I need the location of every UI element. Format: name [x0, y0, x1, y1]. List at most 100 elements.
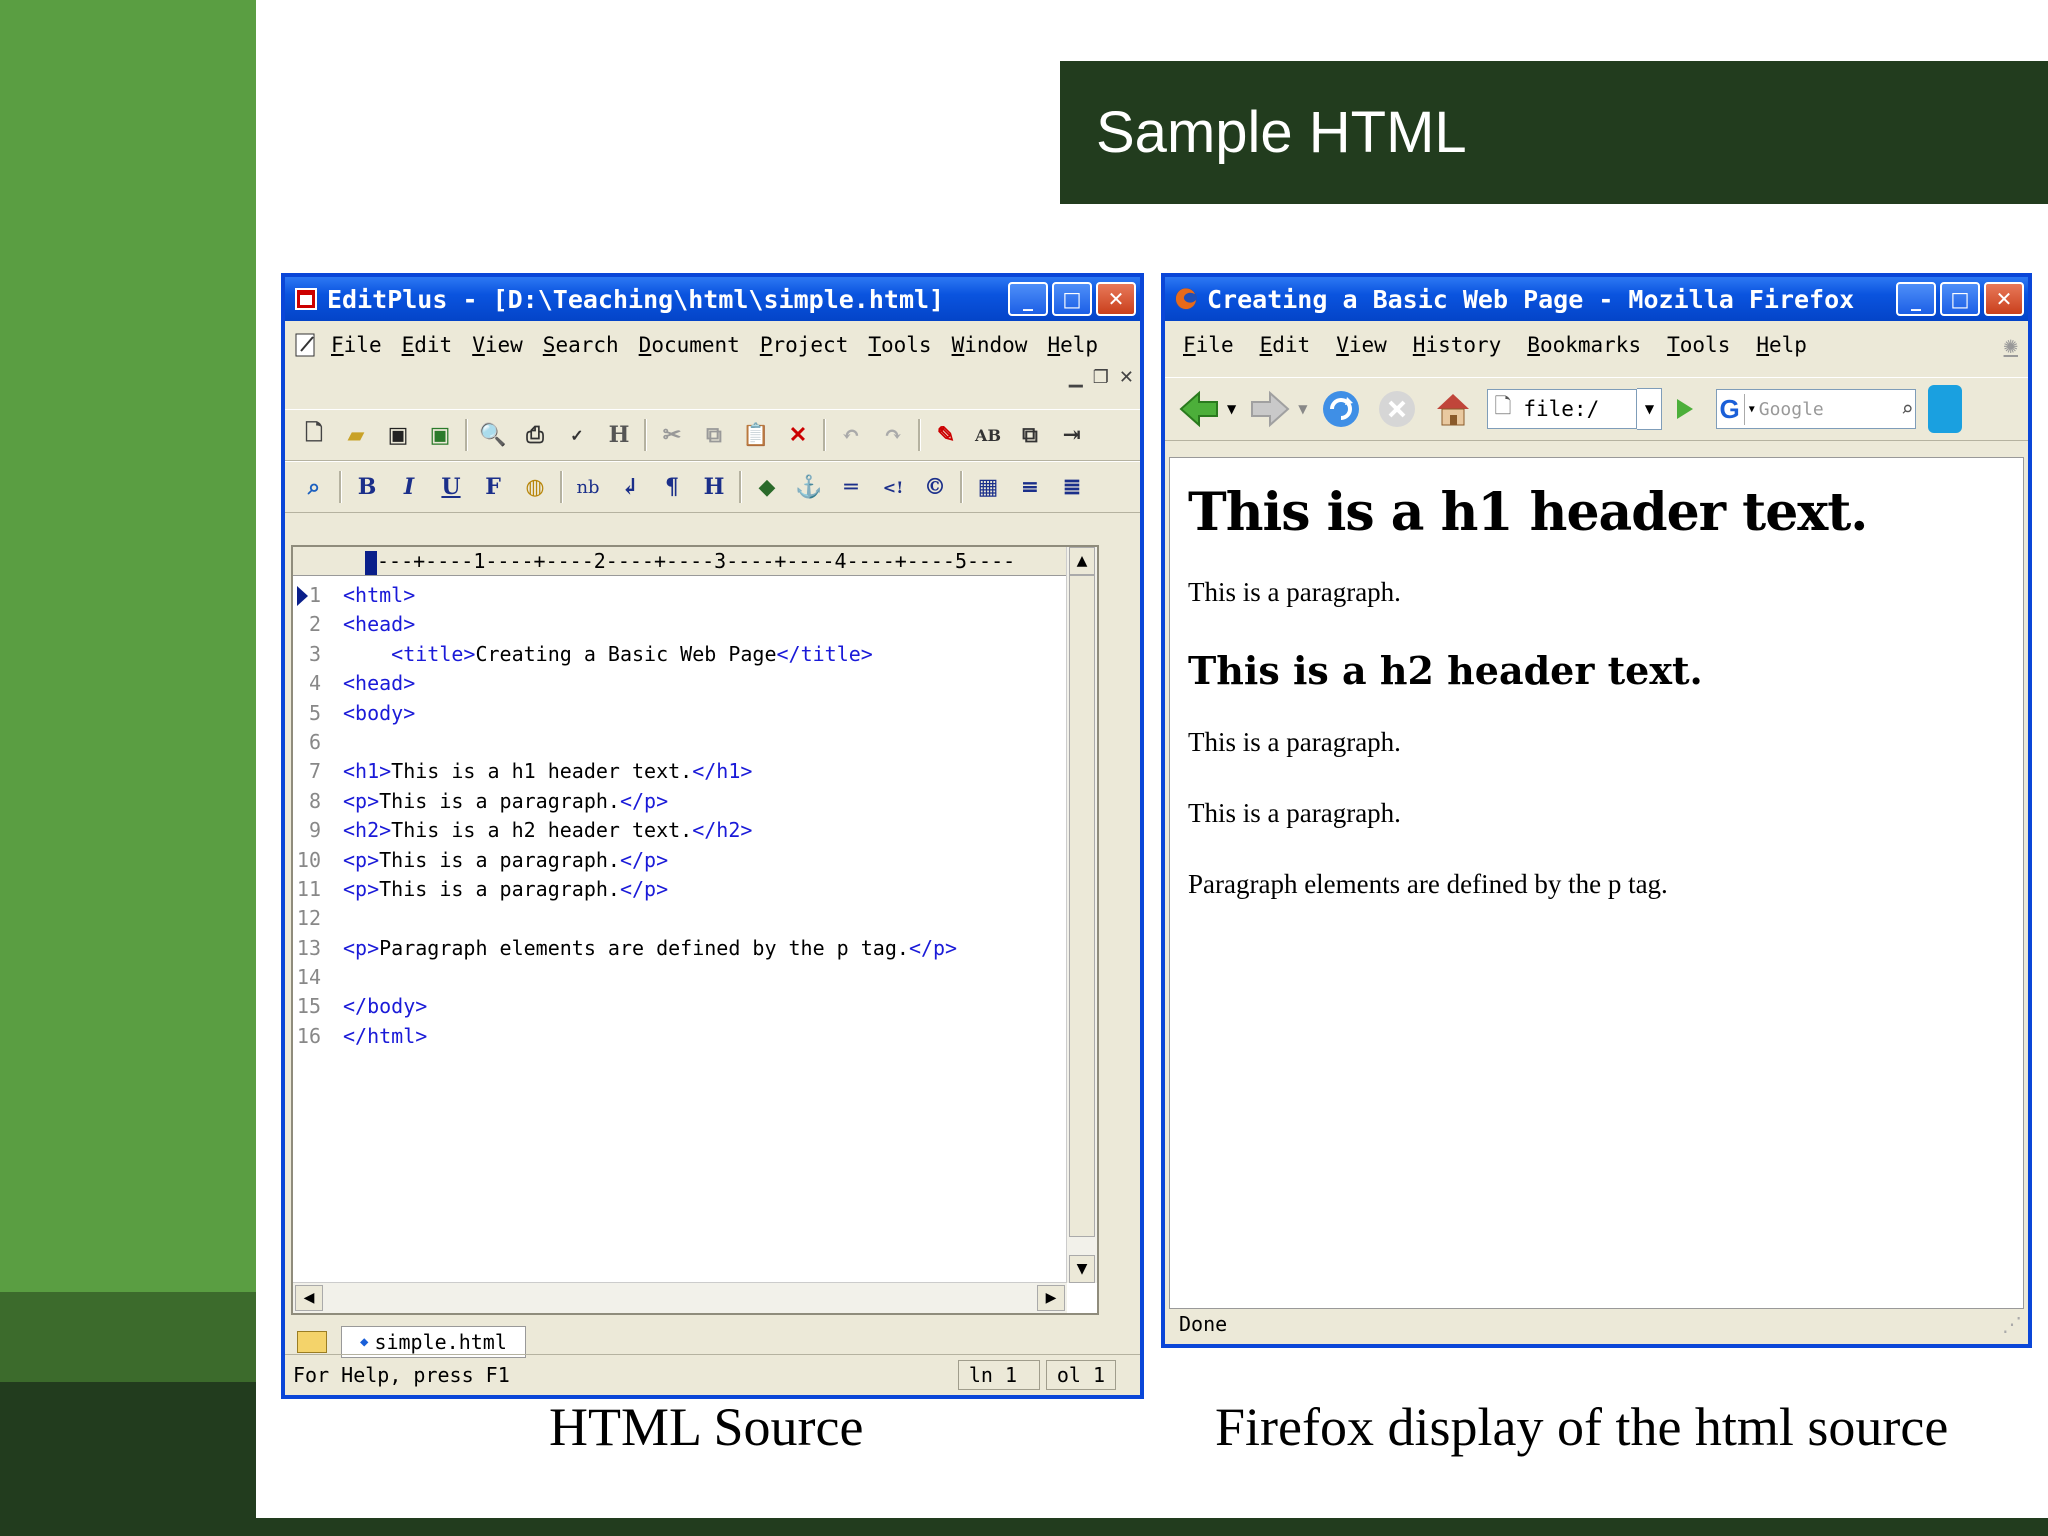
underline-icon[interactable]: U [436, 472, 466, 502]
horizontal-rule-icon[interactable]: ═ [836, 472, 866, 502]
code-line[interactable]: 7 <h1>This is a h1 header text.</h1> [293, 757, 1067, 786]
page-content[interactable]: This is a h1 header text. This is a para… [1169, 457, 2024, 1309]
stop-button[interactable] [1373, 385, 1421, 433]
scroll-up-arrow[interactable]: ▲ [1069, 547, 1095, 575]
reload-button[interactable] [1317, 385, 1365, 433]
menu-bookmarks[interactable]: Bookmarks [1527, 333, 1641, 357]
align-center-icon[interactable]: ≡ [1015, 472, 1045, 502]
minimize-button[interactable]: _ [1896, 282, 1936, 316]
nbsp-icon[interactable]: nb [573, 472, 603, 502]
cut-icon[interactable]: ✂ [657, 420, 687, 450]
menu-help[interactable]: Help [1047, 333, 1098, 357]
go-button[interactable] [1666, 385, 1702, 433]
editplus-titlebar[interactable]: EditPlus - [D:\Teaching\html\simple.html… [285, 277, 1140, 321]
url-dropdown-button[interactable]: ▼ [1637, 388, 1663, 430]
code-line[interactable]: 9 <h2>This is a h2 header text.</h2> [293, 816, 1067, 845]
url-bar[interactable]: 🗋 file:/ [1487, 389, 1638, 429]
code-line[interactable]: 5 <body> [293, 699, 1067, 728]
menu-file[interactable]: File [1183, 333, 1234, 357]
scroll-down-arrow[interactable]: ▼ [1069, 1255, 1095, 1283]
comment-icon[interactable]: <! [878, 472, 908, 502]
print-preview-icon[interactable]: 🔍 [478, 420, 508, 450]
menu-view[interactable]: View [472, 333, 523, 357]
resize-grip-icon[interactable]: ⋰ [2002, 1312, 2022, 1336]
paste-icon[interactable]: 📋 [741, 420, 771, 450]
special-char-icon[interactable]: © [920, 472, 950, 502]
menu-tools[interactable]: Tools [868, 333, 931, 357]
replace-icon[interactable]: AB [973, 420, 1003, 450]
code-line[interactable]: 15 </body> [293, 992, 1067, 1021]
code-line[interactable]: 2 <head> [293, 610, 1067, 639]
code-line[interactable]: 16 </html> [293, 1022, 1067, 1051]
font-icon[interactable]: F [478, 472, 508, 502]
anchor-icon[interactable]: ⚓ [794, 472, 824, 502]
code-line[interactable]: 11 <p>This is a paragraph.</p> [293, 875, 1067, 904]
code-lines[interactable]: 1 <html> 2 <head> 3 <title>Creating a Basic … [293, 581, 1067, 1051]
scroll-right-arrow[interactable]: ▶ [1037, 1285, 1065, 1311]
menu-view[interactable]: View [1336, 333, 1387, 357]
italic-icon[interactable]: I [394, 472, 424, 502]
code-line[interactable]: 3 <title>Creating a Basic Web Page</titl… [293, 640, 1067, 669]
minimize-button[interactable]: _ [1008, 282, 1048, 316]
image-icon[interactable]: ◆ [752, 472, 782, 502]
find-icon[interactable]: ✎ [931, 420, 961, 450]
code-line[interactable]: 6 [293, 728, 1067, 757]
clipboard-icon[interactable]: ⧉ [1015, 420, 1045, 450]
open-folder-icon[interactable]: ▰ [341, 420, 371, 450]
forward-button[interactable] [1246, 385, 1294, 433]
skype-icon[interactable] [1928, 385, 1963, 433]
code-editor[interactable]: ---+----1----+----2----+----3----+----4-… [291, 545, 1099, 1315]
maximize-button[interactable]: □ [1940, 282, 1980, 316]
back-button[interactable] [1175, 385, 1223, 433]
new-file-icon[interactable]: 🗋 [299, 420, 329, 450]
undo-icon[interactable]: ↶ [836, 420, 866, 450]
code-line[interactable]: 8 <p>This is a paragraph.</p> [293, 787, 1067, 816]
browser-preview-icon[interactable]: ⌕ [299, 472, 329, 502]
menu-search[interactable]: Search [543, 333, 619, 357]
save-all-icon[interactable]: ▣ [425, 420, 455, 450]
code-line[interactable]: 14 [293, 963, 1067, 992]
table-icon[interactable]: ▦ [973, 472, 1003, 502]
menu-document[interactable]: Document [639, 333, 740, 357]
html-preview-icon[interactable]: H [604, 420, 634, 450]
line-break-icon[interactable]: ↲ [615, 472, 645, 502]
mdi-minimize-button[interactable]: ▁ [1069, 367, 1083, 388]
forward-dropdown-icon[interactable]: ▼ [1298, 402, 1307, 416]
redo-icon[interactable]: ↷ [878, 420, 908, 450]
home-button[interactable] [1429, 385, 1477, 433]
menu-file[interactable]: File [331, 333, 382, 357]
code-line[interactable]: 10 <p>This is a paragraph.</p> [293, 846, 1067, 875]
heading-icon[interactable]: H [699, 472, 729, 502]
code-line[interactable]: 12 [293, 904, 1067, 933]
code-line[interactable]: 4 <head> [293, 669, 1067, 698]
print-icon[interactable]: ⎙ [520, 420, 550, 450]
delete-icon[interactable]: ✕ [783, 420, 813, 450]
back-dropdown-icon[interactable]: ▼ [1227, 402, 1236, 416]
menu-help[interactable]: Help [1756, 333, 1807, 357]
code-line[interactable]: 1 <html> [293, 581, 1067, 610]
color-palette-icon[interactable]: ◍ [520, 472, 550, 502]
copy-icon[interactable]: ⧉ [699, 420, 729, 450]
close-button[interactable]: ✕ [1096, 282, 1136, 316]
indent-icon[interactable]: ⇥ [1057, 420, 1087, 450]
search-magnifier-icon[interactable]: ⌕ [1901, 397, 1914, 421]
paragraph-icon[interactable]: ¶ [657, 472, 687, 502]
horizontal-scrollbar[interactable]: ◀ ▶ [293, 1282, 1067, 1313]
menu-tools[interactable]: Tools [1667, 333, 1730, 357]
spellcheck-icon[interactable]: ✓ [562, 420, 592, 450]
menu-window[interactable]: Window [952, 333, 1028, 357]
mdi-restore-button[interactable]: ❐ [1093, 367, 1109, 388]
menu-edit[interactable]: Edit [402, 333, 453, 357]
align-right-icon[interactable]: ≣ [1057, 472, 1087, 502]
folder-icon[interactable] [297, 1331, 327, 1353]
menu-history[interactable]: History [1413, 333, 1502, 357]
save-icon[interactable]: ▣ [383, 420, 413, 450]
maximize-button[interactable]: □ [1052, 282, 1092, 316]
close-button[interactable]: ✕ [1984, 282, 2024, 316]
vertical-scrollbar[interactable]: ▲ ▼ [1066, 547, 1097, 1283]
bold-icon[interactable]: B [352, 472, 382, 502]
search-engine-dropdown-icon[interactable]: ▼ [1749, 404, 1755, 415]
scroll-left-arrow[interactable]: ◀ [295, 1285, 323, 1311]
google-icon[interactable]: G [1719, 393, 1745, 425]
search-box[interactable]: G ▼ Google ⌕ [1716, 389, 1917, 429]
